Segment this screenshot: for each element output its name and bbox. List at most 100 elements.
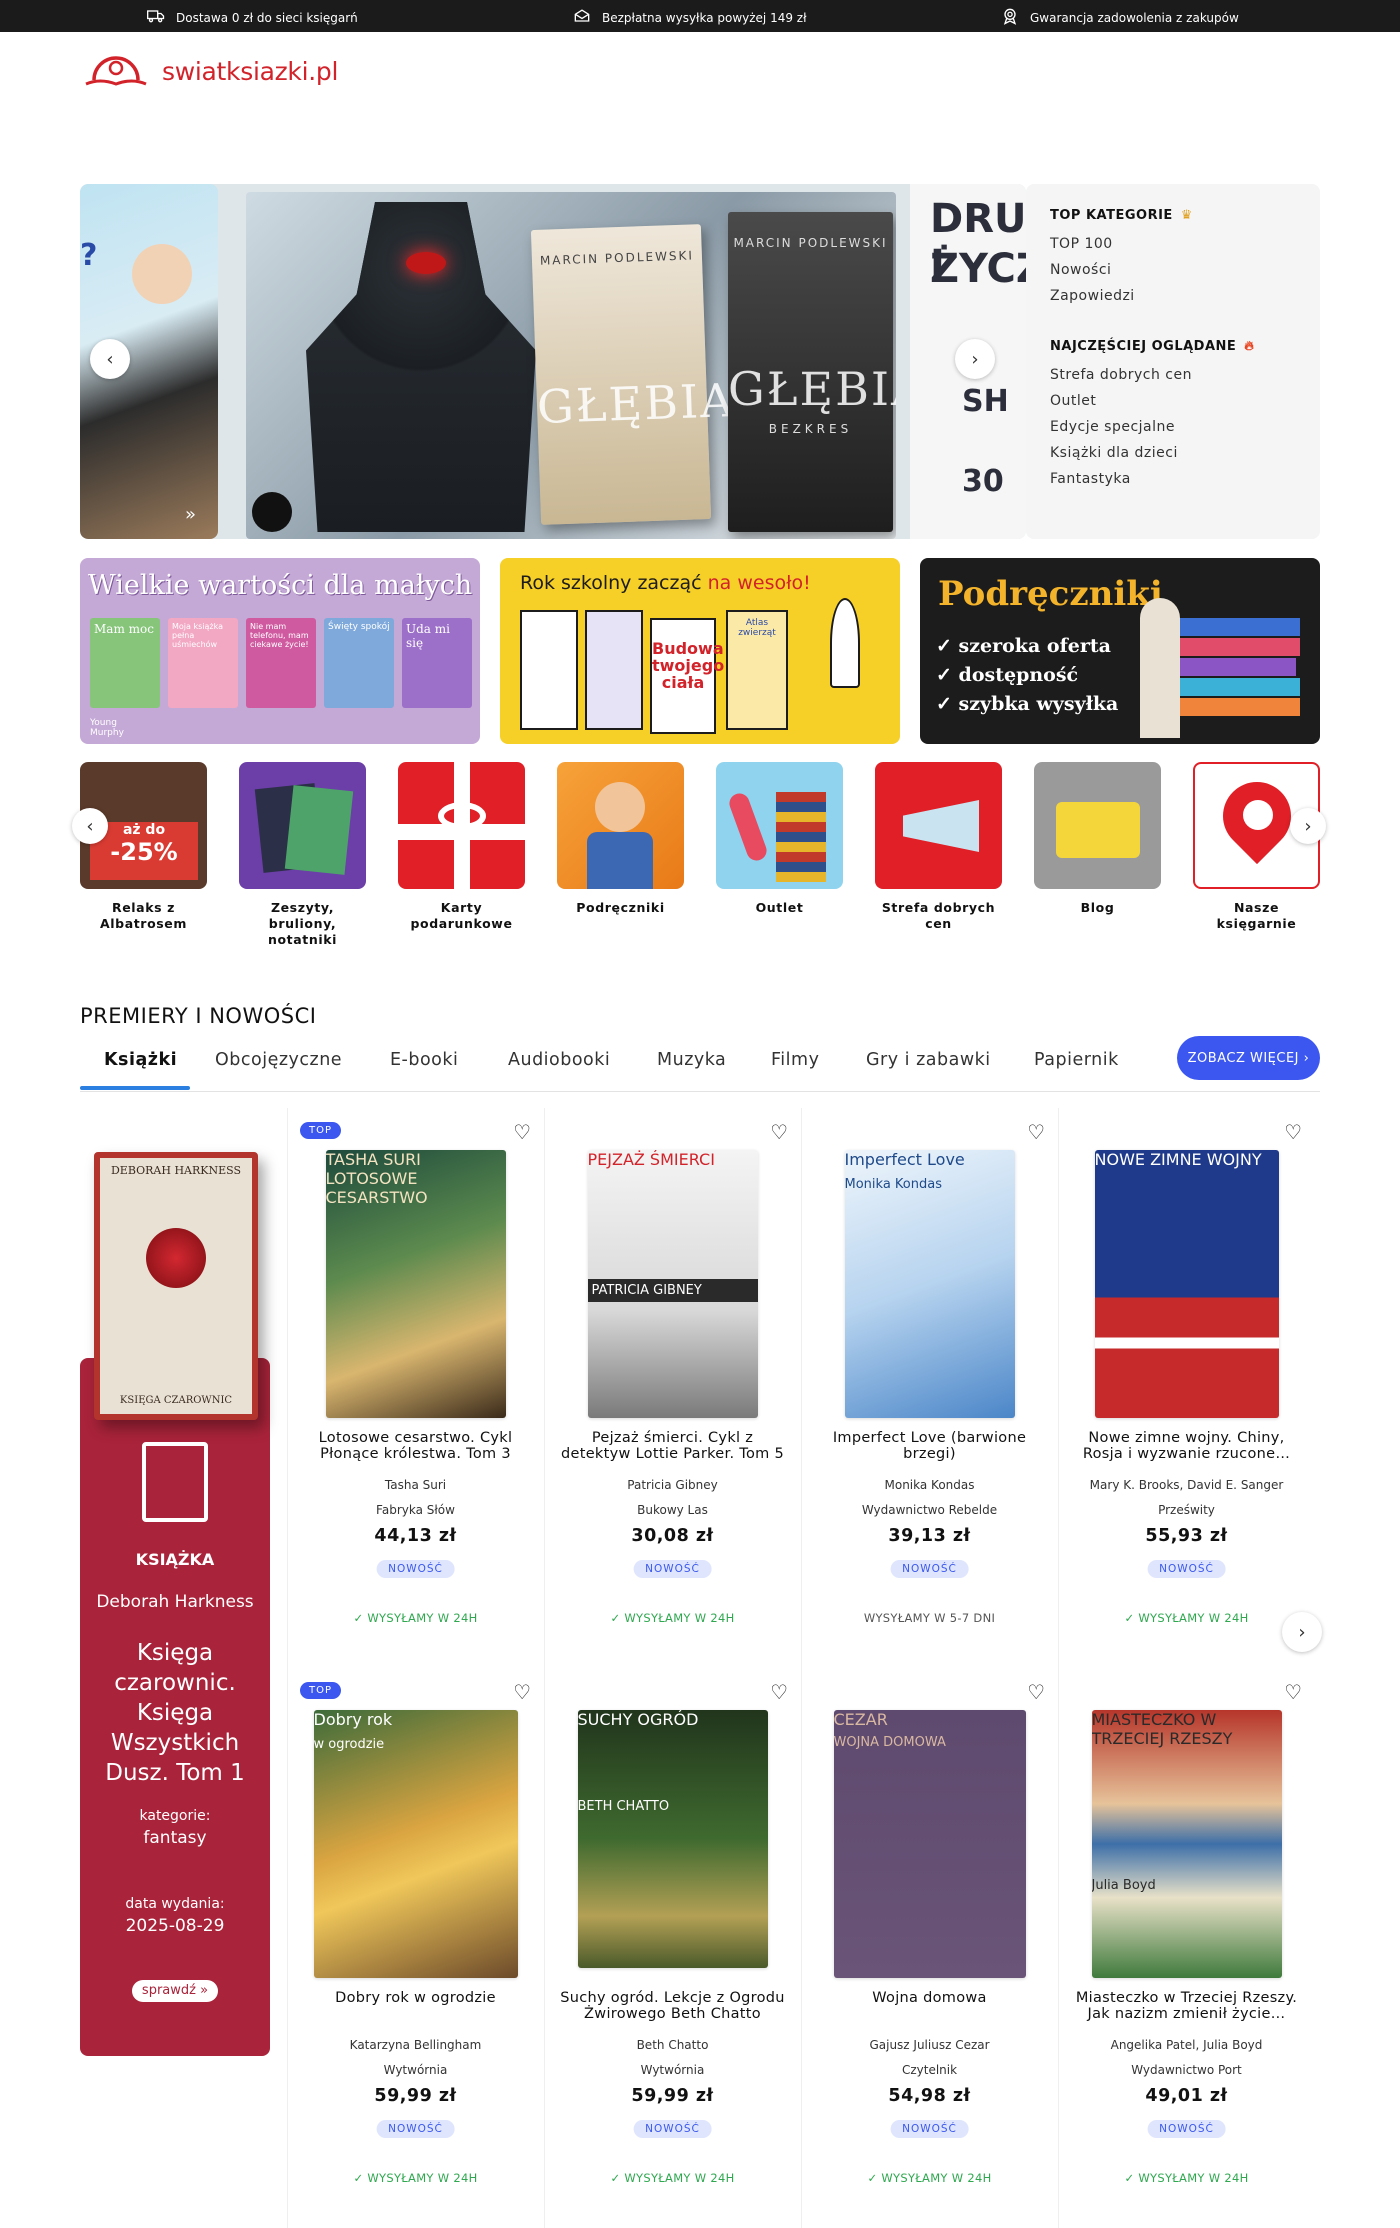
tab-ksiazki[interactable]: Książki	[104, 1050, 177, 1070]
product-title[interactable]: Wojna domowa	[812, 1990, 1047, 2024]
product-card[interactable]: ♡ PEJZAŻ ŚMIERCI PATRICIA GIBNEY Pejzaż …	[544, 1108, 800, 1668]
check-icon: ✓	[936, 664, 959, 686]
product-cover-title: TASHA SURI LOTOSOWE CESARSTWO	[325, 1150, 428, 1207]
product-price: 59,99 zł	[374, 2086, 457, 2106]
product-author[interactable]: Tasha Suri	[288, 1478, 543, 1492]
link-top100[interactable]: TOP 100	[1050, 231, 1296, 257]
featured-cover: DEBORAH HARKNESS KSIĘGA CZAROWNIC	[94, 1152, 258, 1420]
logo-icon	[85, 56, 147, 86]
product-title[interactable]: Miasteczko w Trzeciej Rzeszy. Jak nazizm…	[1069, 1990, 1304, 2024]
hero-next-button[interactable]: ›	[955, 339, 995, 379]
product-card[interactable]: TOP ♡ Dobry rok w ogrodzie Dobry rok w og…	[287, 1668, 543, 2228]
product-title[interactable]: Dobry rok w ogrodzie	[298, 1990, 533, 2024]
product-cover[interactable]: MIASTECZKO W TRZECIEJ RZESZY Julia Boyd	[1091, 1710, 1282, 1978]
tab-audiobooki[interactable]: Audiobooki	[508, 1050, 610, 1070]
wishlist-heart-icon[interactable]: ♡	[1284, 1680, 1302, 1704]
product-card[interactable]: ♡ MIASTECZKO W TRZECIEJ RZESZY Julia Boy…	[1058, 1668, 1314, 2228]
categories-next-button[interactable]: ›	[1290, 808, 1326, 844]
product-card[interactable]: ♡ SUCHY OGRÓD BETH CHATTO Suchy ogród. L…	[544, 1668, 800, 2228]
hero-book-2-subtitle: BEZKRES	[768, 422, 853, 436]
featured-date-label: data wydania:	[125, 1896, 225, 1912]
category-blog[interactable]: Blog	[1034, 762, 1161, 916]
wishlist-heart-icon[interactable]: ♡	[1284, 1120, 1302, 1144]
product-cover[interactable]: PEJZAŻ ŚMIERCI PATRICIA GIBNEY	[587, 1150, 758, 1418]
featured-book[interactable]: DEBORAH HARKNESS KSIĘGA CZAROWNIC KSIĄŻK…	[80, 1108, 270, 2056]
product-author[interactable]: Katarzyna Bellingham	[288, 2038, 543, 2052]
product-title[interactable]: Imperfect Love (barwione brzegi)	[812, 1430, 1047, 1464]
product-cover-subtitle: PATRICIA GIBNEY	[587, 1279, 758, 1302]
link-outlet[interactable]: Outlet	[1050, 388, 1296, 414]
category-strefa-label: Strefa dobrych cen	[881, 900, 996, 931]
featured-title: Księga czarownic. Księga Wszystkich Dusz…	[105, 1640, 245, 1786]
link-nowosci[interactable]: Nowości	[1050, 257, 1296, 283]
product-author[interactable]: Beth Chatto	[545, 2038, 800, 2052]
hero-book-2-author: MARCIN PODLEWSKI	[733, 236, 888, 250]
link-zapowiedzi[interactable]: Zapowiedzi	[1050, 283, 1296, 309]
category-relaks[interactable]: aż do -25% Relaks z Albatrosem	[80, 762, 207, 932]
tab-obcojezyczne[interactable]: Obcojęzyczne	[215, 1050, 342, 1070]
category-outlet[interactable]: Outlet	[716, 762, 843, 916]
product-author[interactable]: Angelika Patel, Julia Boyd	[1059, 2038, 1314, 2052]
product-author[interactable]: Monika Kondas	[802, 1478, 1057, 1492]
featured-check-label: sprawdź	[141, 1983, 196, 1998]
tab-papiernik[interactable]: Papiernik	[1034, 1050, 1119, 1070]
wishlist-heart-icon[interactable]: ♡	[770, 1120, 788, 1144]
wishlist-heart-icon[interactable]: ♡	[513, 1680, 531, 1704]
product-author[interactable]: Mary K. Brooks, David E. Sanger	[1059, 1478, 1314, 1492]
product-title[interactable]: Lotosowe cesarstwo. Cykl Płonące królest…	[298, 1430, 533, 1464]
category-ksiegarnie[interactable]: Nasze księgarnie	[1193, 762, 1320, 932]
banner-young-murphy[interactable]: Wielkie wartości dla małych serc Mam moc…	[80, 558, 480, 744]
link-ksiazki-dla-dzieci[interactable]: Książki dla dzieci	[1050, 440, 1296, 466]
wishlist-heart-icon[interactable]: ♡	[1027, 1680, 1045, 1704]
product-title[interactable]: Nowe zimne wojny. Chiny, Rosja i wyzwani…	[1069, 1430, 1304, 1464]
product-title[interactable]: Suchy ogród. Lekcje z Ogrodu Żwirowego B…	[555, 1990, 790, 2024]
hero-main-slide[interactable]: MARCIN PODLEWSKI GŁĘBIA MARCIN PODLEWSKI…	[246, 192, 896, 539]
category-zeszyty[interactable]: Zeszyty, bruliony, notatniki	[239, 762, 366, 948]
category-karty[interactable]: Karty podarunkowe	[398, 762, 525, 932]
product-author[interactable]: Gajusz Juliusz Cezar	[802, 2038, 1057, 2052]
see-more-button[interactable]: ZOBACZ WIĘCEJ ›	[1177, 1036, 1320, 1080]
wishlist-heart-icon[interactable]: ♡	[770, 1680, 788, 1704]
tab-gry[interactable]: Gry i zabawki	[866, 1050, 991, 1070]
tab-filmy[interactable]: Filmy	[771, 1050, 819, 1070]
products-next-button[interactable]: ›	[1282, 1612, 1322, 1652]
featured-check-button[interactable]: sprawdź »	[132, 1980, 218, 2002]
product-cover[interactable]: NOWE ZIMNE WOJNY	[1094, 1150, 1279, 1418]
shipping-info: ✓ WYSYŁAMY W 24H	[1059, 2171, 1314, 2185]
product-card[interactable]: ♡ NOWE ZIMNE WOJNY Nowe zimne wojny. Chi…	[1058, 1108, 1314, 1668]
link-fantastyka[interactable]: Fantastyka	[1050, 466, 1296, 492]
megaphone-icon	[903, 800, 979, 852]
site-logo[interactable]: swiatksiazki.pl	[80, 50, 338, 92]
wishlist-heart-icon[interactable]: ♡	[1027, 1120, 1045, 1144]
tab-ebooki[interactable]: E-booki	[390, 1050, 458, 1070]
tab-muzyka[interactable]: Muzyka	[657, 1050, 726, 1070]
banner-school-year[interactable]: Rok szkolny zacząć na wesoło! Budowa two…	[500, 558, 900, 744]
product-cover[interactable]: Dobry rok w ogrodzie	[313, 1710, 518, 1978]
link-edycje-specjalne[interactable]: Edycje specjalne	[1050, 414, 1296, 440]
banner3-item-3-text: szybka wysyłka	[958, 693, 1119, 715]
banner3-item-1: ✓ szeroka oferta	[936, 632, 1118, 661]
category-strefa[interactable]: Strefa dobrych cen	[875, 762, 1002, 932]
wishlist-heart-icon[interactable]: ♡	[513, 1120, 531, 1144]
publisher-logo	[252, 492, 292, 532]
delivery-truck-icon	[146, 6, 166, 29]
product-card[interactable]: TOP ♡ TASHA SURI LOTOSOWE CESARSTWO Lotos…	[287, 1108, 543, 1668]
banner-textbooks[interactable]: Podręczniki ✓ szeroka oferta ✓ dostępnoś…	[920, 558, 1320, 744]
slide-more-icon[interactable]: »	[185, 504, 196, 525]
hero-carousel[interactable]: ? » MARCIN PODLEWSKI GŁĘBIA MARCIN PODLE…	[80, 184, 1026, 539]
banner2-book-c: Budowa twojego ciała	[650, 618, 724, 734]
hero-prev-button[interactable]: ‹	[90, 339, 130, 379]
product-cover[interactable]: Imperfect Love Monika Kondas	[844, 1150, 1015, 1418]
satisfaction-guarantee-icon	[1000, 6, 1020, 29]
product-cover[interactable]: SUCHY OGRÓD BETH CHATTO	[577, 1710, 768, 1968]
categories-prev-button[interactable]: ‹	[72, 808, 108, 844]
product-title[interactable]: Pejzaż śmierci. Cykl z detektyw Lottie P…	[555, 1430, 790, 1464]
category-podreczniki[interactable]: Podręczniki	[557, 762, 684, 916]
product-cover[interactable]: TASHA SURI LOTOSOWE CESARSTWO	[325, 1150, 506, 1418]
hero-book-1-title: GŁĘBIA	[536, 373, 737, 434]
product-card[interactable]: ♡ Imperfect Love Monika Kondas Imperfect…	[801, 1108, 1057, 1668]
product-cover[interactable]: CEZAR WOJNA DOMOWA	[833, 1710, 1026, 1978]
link-strefa-dobrych-cen[interactable]: Strefa dobrych cen	[1050, 362, 1296, 388]
product-author[interactable]: Patricia Gibney	[545, 1478, 800, 1492]
product-card[interactable]: ♡ CEZAR WOJNA DOMOWA Wojna domowa Gajusz …	[801, 1668, 1057, 2228]
